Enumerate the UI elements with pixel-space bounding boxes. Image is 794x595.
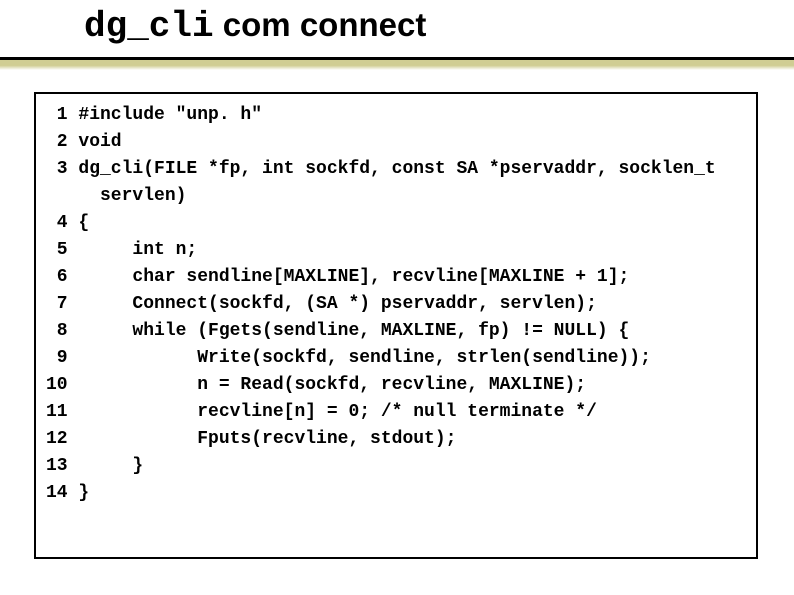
code-box: 1 #include "unp. h" 2 void 3 dg_cli(FILE… bbox=[34, 92, 758, 559]
code-listing: 1 #include "unp. h" 2 void 3 dg_cli(FILE… bbox=[46, 102, 746, 507]
slide-title: dg_cli com connect bbox=[84, 6, 794, 57]
title-text-part: com connect bbox=[214, 6, 427, 43]
divider-olive bbox=[0, 60, 794, 70]
title-area: dg_cli com connect bbox=[0, 0, 794, 57]
title-code-part: dg_cli bbox=[84, 6, 214, 47]
title-divider bbox=[0, 57, 794, 70]
slide: dg_cli com connect 1 #include "unp. h" 2… bbox=[0, 0, 794, 595]
